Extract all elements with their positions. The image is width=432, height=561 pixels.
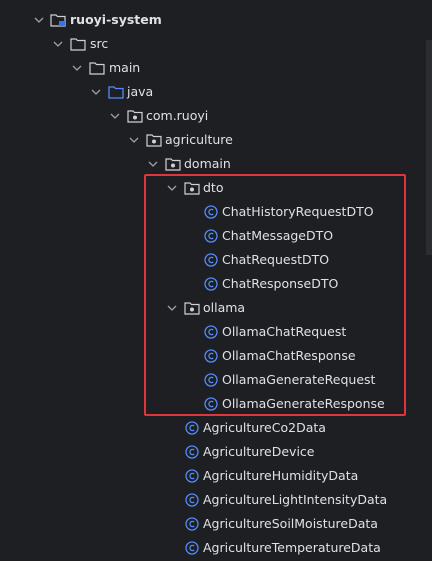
tree-row-dto[interactable]: dto [0, 176, 420, 200]
tree-label: ChatRequestDTO [222, 252, 330, 267]
tree-row-class[interactable]: AgricultureLightIntensityData [0, 488, 420, 512]
tree-label: main [109, 60, 141, 75]
tree-label: AgricultureHumidityData [203, 468, 359, 483]
tree-label: agriculture [165, 132, 233, 147]
class-icon [185, 493, 199, 507]
package-icon [184, 301, 200, 315]
module-folder-icon [50, 13, 66, 27]
class-icon [204, 325, 218, 339]
tree-label: OllamaChatRequest [222, 324, 347, 339]
project-tree: ruoyi-system src main java com.ruoyi agr… [0, 0, 432, 561]
folder-icon [70, 37, 86, 51]
chevron-down-icon[interactable] [166, 176, 178, 200]
tree-label: java [127, 84, 154, 99]
chevron-down-icon[interactable] [109, 104, 121, 128]
tree-label: AgricultureDevice [203, 444, 315, 459]
package-icon [127, 109, 143, 123]
class-icon [204, 373, 218, 387]
tree-row-class[interactable]: AgricultureHumidityData [0, 464, 420, 488]
class-icon [204, 253, 218, 267]
tree-label: ruoyi-system [70, 12, 162, 27]
tree-row-domain[interactable]: domain [0, 152, 420, 176]
tree-label: ollama [203, 300, 246, 315]
chevron-down-icon[interactable] [52, 32, 64, 56]
tree-label: AgricultureLightIntensityData [203, 492, 388, 507]
package-icon [146, 133, 162, 147]
tree-row-com-ruoyi[interactable]: com.ruoyi [0, 104, 420, 128]
folder-icon [89, 61, 105, 75]
package-icon [165, 157, 181, 171]
tree-label: OllamaGenerateResponse [222, 396, 385, 411]
class-icon [204, 205, 218, 219]
tree-row-class[interactable]: AgricultureDevice [0, 440, 420, 464]
tree-label: OllamaChatResponse [222, 348, 356, 363]
class-icon [185, 445, 199, 459]
tree-row-class[interactable]: ChatMessageDTO [0, 224, 420, 248]
tree-row-src[interactable]: src [0, 32, 420, 56]
tree-label: OllamaGenerateRequest [222, 372, 376, 387]
tree-row-class[interactable]: AgricultureSoilMoistureData [0, 512, 420, 536]
tree-row-class[interactable]: OllamaGenerateResponse [0, 392, 420, 416]
tree-row-ruoyi-system[interactable]: ruoyi-system [0, 8, 420, 32]
source-root-folder-icon [108, 85, 124, 99]
tree-row-class[interactable]: OllamaChatResponse [0, 344, 420, 368]
class-icon [185, 421, 199, 435]
chevron-down-icon[interactable] [90, 80, 102, 104]
class-icon [185, 469, 199, 483]
class-icon [185, 517, 199, 531]
chevron-down-icon[interactable] [128, 128, 140, 152]
tree-row-main[interactable]: main [0, 56, 420, 80]
tree-row-class[interactable]: AgricultureTemperatureData [0, 536, 420, 560]
tree-label: domain [184, 156, 231, 171]
tree-row-ollama[interactable]: ollama [0, 296, 420, 320]
tree-label: ChatResponseDTO [222, 276, 339, 291]
tree-row-class[interactable]: OllamaChatRequest [0, 320, 420, 344]
package-icon [184, 181, 200, 195]
tree-row-class[interactable]: OllamaGenerateRequest [0, 368, 420, 392]
chevron-down-icon[interactable] [147, 152, 159, 176]
tree-label: dto [203, 180, 224, 195]
tree-row-agriculture[interactable]: agriculture [0, 128, 420, 152]
chevron-down-icon[interactable] [166, 296, 178, 320]
tree-label: src [90, 36, 109, 51]
tree-row-java[interactable]: java [0, 80, 420, 104]
tree-row-class[interactable]: ChatResponseDTO [0, 272, 420, 296]
scrollbar-track[interactable] [426, 40, 432, 255]
chevron-down-icon[interactable] [71, 56, 83, 80]
class-icon [204, 229, 218, 243]
tree-row-class[interactable]: ChatRequestDTO [0, 248, 420, 272]
chevron-down-icon[interactable] [33, 8, 45, 32]
tree-label: ChatMessageDTO [222, 228, 334, 243]
class-icon [204, 397, 218, 411]
tree-label: AgricultureCo2Data [203, 420, 326, 435]
tree-label: ChatHistoryRequestDTO [222, 204, 374, 219]
class-icon [185, 541, 199, 555]
tree-label: AgricultureTemperatureData [203, 540, 381, 555]
tree-label: AgricultureSoilMoistureData [203, 516, 378, 531]
class-icon [204, 349, 218, 363]
tree-row-class[interactable]: ChatHistoryRequestDTO [0, 200, 420, 224]
class-icon [204, 277, 218, 291]
tree-row-class[interactable]: AgricultureCo2Data [0, 416, 420, 440]
tree-label: com.ruoyi [146, 108, 209, 123]
